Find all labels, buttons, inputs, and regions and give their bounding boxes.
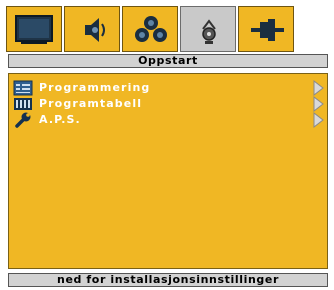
page-title: Oppstart xyxy=(8,54,328,68)
speaker-icon xyxy=(85,18,105,42)
menu-panel: Programmering Programtabell A.P.S. xyxy=(8,73,328,269)
tab-strip xyxy=(6,6,296,53)
program-table-icon xyxy=(14,98,32,110)
channels-icon xyxy=(135,16,167,42)
tab-channels[interactable] xyxy=(122,6,178,52)
tab-setup[interactable] xyxy=(180,6,236,52)
menu-item-label: A.P.S. xyxy=(39,113,81,126)
chevron-right-icon xyxy=(313,80,324,96)
tab-connections[interactable] xyxy=(238,6,294,52)
menu-item-programtabell[interactable]: Programtabell xyxy=(9,96,327,112)
programming-icon xyxy=(13,80,33,96)
footer-hint: ned for installasjonsinnstillinger xyxy=(8,273,328,287)
menu-item-programmering[interactable]: Programmering xyxy=(9,80,327,96)
setup-icon xyxy=(202,19,216,44)
wrench-icon xyxy=(15,112,31,128)
chevron-right-icon xyxy=(313,96,324,112)
tab-sound[interactable] xyxy=(64,6,120,52)
menu-item-label: Programtabell xyxy=(39,97,143,110)
chevron-right-icon xyxy=(313,112,324,128)
menu-item-label: Programmering xyxy=(39,81,151,94)
menu-item-aps[interactable]: A.P.S. xyxy=(9,112,327,128)
connector-icon xyxy=(251,19,284,41)
tab-picture[interactable] xyxy=(6,6,62,52)
monitor-icon xyxy=(15,15,53,44)
